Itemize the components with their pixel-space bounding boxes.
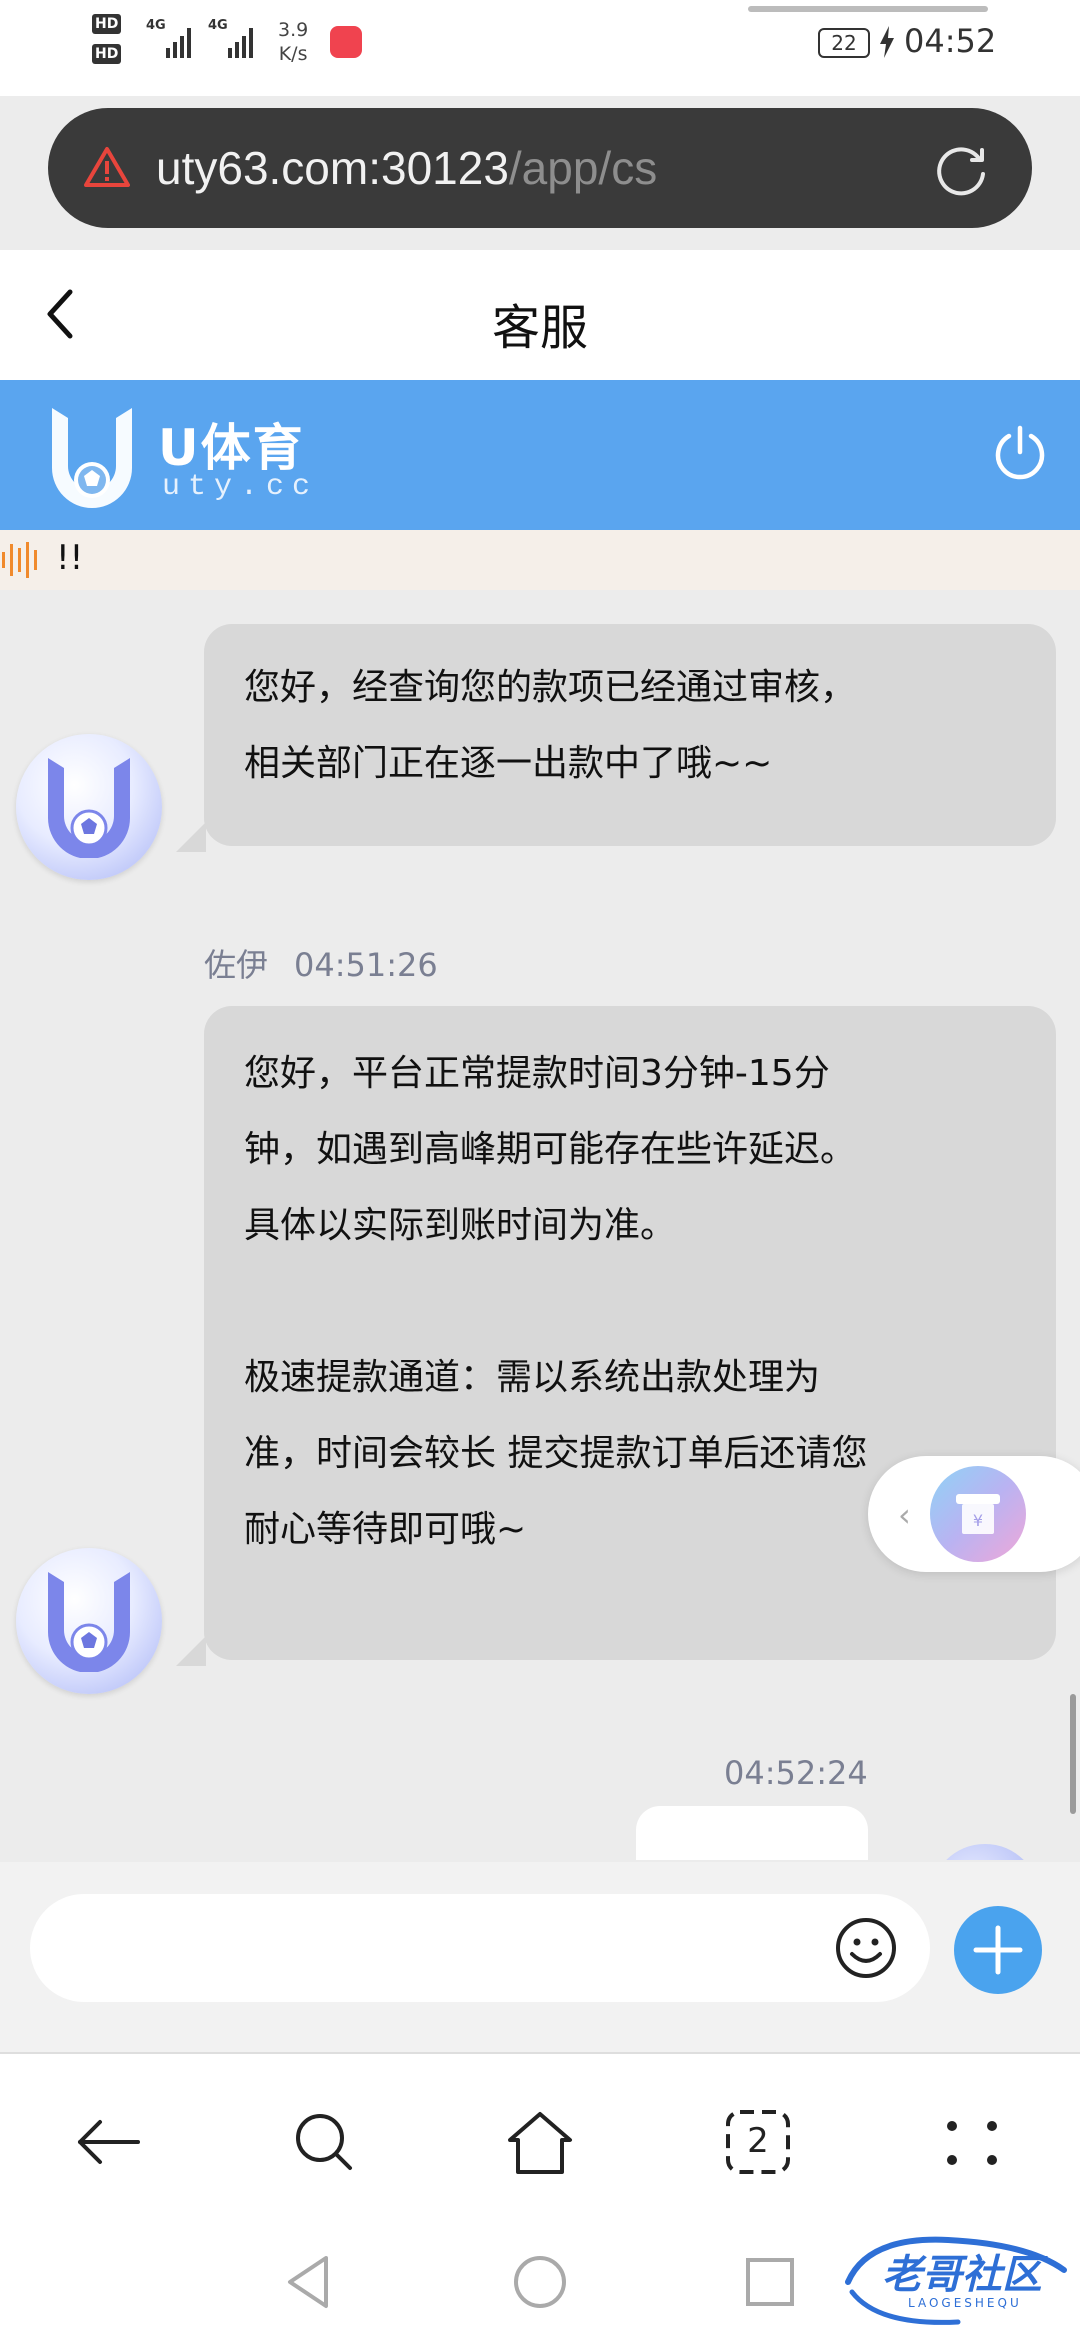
withdraw-icon[interactable]: ¥ xyxy=(930,1466,1026,1562)
sender-name: 佐伊 xyxy=(204,946,269,984)
clock: 04:52 xyxy=(904,22,997,60)
status-bar: HD HD 4G 4G 3.9 K/s 22 04:52 xyxy=(0,0,1080,96)
withdraw-float-button[interactable]: ‹ ¥ xyxy=(868,1456,1080,1572)
cash-machine-icon: ¥ xyxy=(956,1494,1000,1534)
watermark: 老哥社区 LAOGESHEQU xyxy=(838,2230,1074,2334)
tab-count: 2 xyxy=(747,2121,769,2161)
arrow-back-icon[interactable] xyxy=(72,2106,144,2178)
watermark-text: 老哥社区 xyxy=(882,2252,1042,2298)
speaker-wave-icon xyxy=(2,542,37,578)
message-meta: 佐伊 04:51:26 xyxy=(204,940,438,986)
more-dots-icon[interactable] xyxy=(936,2106,1008,2178)
reload-icon[interactable] xyxy=(932,140,990,198)
agent-avatar xyxy=(16,734,162,880)
url-path: /app/cs xyxy=(508,142,658,194)
smiley-icon[interactable] xyxy=(834,1916,898,1980)
home-icon[interactable] xyxy=(504,2106,576,2178)
hd-badge-1: HD xyxy=(92,14,122,34)
battery-icon: 22 xyxy=(818,28,870,58)
charging-bolt-icon xyxy=(880,26,894,58)
network-type-1: 4G xyxy=(146,18,166,33)
signal-icon xyxy=(228,22,253,58)
u-sports-logo xyxy=(52,408,132,508)
page-title: 客服 xyxy=(491,300,588,356)
url-host: uty63.com:30123 xyxy=(156,142,509,194)
agent-avatar xyxy=(16,1548,162,1694)
plus-button[interactable] xyxy=(954,1906,1042,1994)
system-back-icon[interactable] xyxy=(280,2252,340,2312)
title-bar: 客服 xyxy=(0,250,1080,380)
user-message-bubble xyxy=(636,1806,868,1860)
warning-triangle-icon[interactable] xyxy=(84,146,130,188)
message-bubble: 您好，经查询您的款项已经通过审核， 相关部门正在逐一出款中了哦~~ xyxy=(204,624,1056,846)
chevron-left-icon[interactable]: ‹ xyxy=(898,1496,911,1534)
notch-pill xyxy=(748,6,988,12)
announcement-marquee: !! xyxy=(0,530,1080,590)
chat-list[interactable]: 您好，经查询您的款项已经通过审核， 相关部门正在逐一出款中了哦~~ 佐伊 04:5… xyxy=(0,590,1080,1860)
scrollbar-thumb[interactable] xyxy=(1070,1694,1076,1814)
message-input[interactable] xyxy=(30,1894,930,2002)
plus-icon xyxy=(973,1925,1023,1975)
signal-icon xyxy=(166,22,191,58)
bubble-tail xyxy=(176,822,206,852)
network-speed: 3.9 K/s xyxy=(278,18,308,66)
tabs-button[interactable]: 2 xyxy=(722,2106,794,2178)
power-icon[interactable] xyxy=(990,422,1050,482)
user-avatar xyxy=(930,1844,1040,1860)
watermark-subtext: LAOGESHEQU xyxy=(908,2296,1022,2310)
system-navigation-bar: 老哥社区 LAOGESHEQU xyxy=(0,2222,1080,2340)
system-home-icon[interactable] xyxy=(510,2252,570,2312)
hd-badge-2: HD xyxy=(92,44,122,64)
bubble-tail xyxy=(176,1636,206,1666)
app-notification-icon xyxy=(330,26,362,58)
system-recents-icon[interactable] xyxy=(740,2252,800,2312)
search-icon[interactable] xyxy=(288,2106,360,2178)
battery-level: 22 xyxy=(831,31,857,55)
message-time: 04:51:26 xyxy=(294,946,438,984)
message-time: 04:52:24 xyxy=(724,1754,868,1792)
address-bar[interactable]: uty63.com:30123/app/cs xyxy=(48,108,1032,228)
network-type-2: 4G xyxy=(208,18,228,33)
brand-domain: uty.cc xyxy=(162,470,319,504)
speed-unit: K/s xyxy=(278,43,308,65)
u-logo-icon xyxy=(48,758,130,858)
marquee-text: !! xyxy=(56,538,84,578)
svg-text:¥: ¥ xyxy=(973,1511,983,1530)
hd-badges: HD HD xyxy=(92,14,122,74)
browser-toolbar: 2 xyxy=(0,2052,1080,2222)
u-logo-icon xyxy=(48,1572,130,1672)
brand-header: U体育 uty.cc xyxy=(0,380,1080,530)
speed-value: 3.9 xyxy=(278,19,309,41)
url-text[interactable]: uty63.com:30123/app/cs xyxy=(156,138,657,198)
compose-bar xyxy=(0,1862,1080,2052)
